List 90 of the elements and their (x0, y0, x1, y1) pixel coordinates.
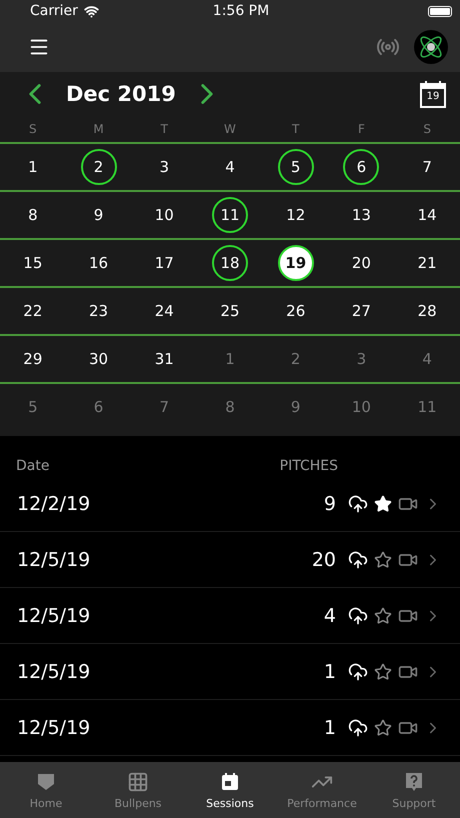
calendar-day[interactable]: 5 (278, 149, 314, 185)
calendar-day[interactable]: 2 (278, 341, 314, 377)
tab-bar-item[interactable]: Home (0, 762, 92, 818)
pitch-count: 20 (312, 548, 336, 570)
session-row[interactable]: 12/5/19 20 (0, 532, 460, 588)
calendar-day[interactable]: 9 (278, 389, 314, 425)
cloud-upload-icon[interactable] (348, 718, 368, 738)
weekday-label: F (358, 122, 365, 136)
calendar-day[interactable]: 11 (409, 389, 446, 425)
tab-bar-item[interactable]: Sessions (184, 762, 276, 818)
session-row[interactable]: 12/5/19 1 (0, 700, 460, 756)
today-button[interactable]: 19 (420, 80, 446, 108)
calendar-day[interactable]: 17 (146, 245, 182, 281)
calendar-day[interactable]: 10 (343, 389, 380, 425)
clock-time: 1:56 PM (212, 3, 270, 19)
calendar-day[interactable]: 5 (14, 389, 51, 425)
calendar-day[interactable]: 9 (80, 197, 117, 233)
cloud-upload-icon[interactable] (348, 494, 368, 514)
calendar-day[interactable]: 8 (14, 197, 51, 233)
session-row[interactable]: 12/2/19 9 (0, 476, 460, 532)
session-row[interactable]: 12/5/19 4 (0, 588, 460, 644)
calendar-day[interactable]: 23 (80, 293, 117, 329)
calendar-day[interactable]: 3 (343, 341, 380, 377)
calendar-day[interactable]: 1 (212, 341, 248, 377)
calendar-day[interactable]: 14 (409, 197, 446, 233)
calendar-day[interactable]: 6 (80, 389, 117, 425)
calendar-day[interactable]: 2 (80, 149, 117, 185)
star-icon[interactable] (374, 718, 392, 736)
calendar-day[interactable]: 29 (14, 341, 51, 377)
calendar-day[interactable]: 15 (14, 245, 51, 281)
calendar-day[interactable]: 4 (409, 341, 446, 377)
weekday-label: M (93, 122, 104, 136)
help-icon (403, 770, 425, 792)
tab-bar-item[interactable]: Support (368, 762, 460, 818)
weekday-label: S (29, 122, 37, 136)
calendar-day[interactable]: 22 (14, 293, 51, 329)
calendar-day[interactable]: 11 (212, 197, 248, 233)
session-date: 12/2/19 (17, 492, 90, 514)
calendar-day[interactable]: 20 (343, 245, 380, 281)
star-icon[interactable] (374, 550, 392, 568)
cloud-upload-icon[interactable] (348, 662, 368, 682)
calendar-day[interactable]: 7 (146, 389, 182, 425)
column-header: Date (16, 458, 50, 474)
calendar-day[interactable]: 6 (343, 149, 380, 185)
cloud-upload-icon[interactable] (348, 606, 368, 626)
pitch-count: 1 (324, 716, 336, 738)
month-title: Dec 2019 (66, 82, 176, 106)
tab-bar-item[interactable]: Performance (276, 762, 368, 818)
calendar-day[interactable]: 28 (409, 293, 446, 329)
session-date: 12/5/19 (17, 660, 90, 682)
wifi-icon (84, 4, 99, 18)
pitch-count: 4 (324, 604, 336, 626)
calendar-icon (219, 770, 241, 792)
session-date: 12/5/19 (17, 548, 90, 570)
weekday-label: T (160, 122, 168, 136)
tab-bar-item[interactable]: Bullpens (92, 762, 184, 818)
calendar-day[interactable]: 27 (343, 293, 380, 329)
calendar-day[interactable]: 1 (14, 149, 51, 185)
calendar-day[interactable]: 21 (409, 245, 446, 281)
calendar-day[interactable]: 8 (212, 389, 248, 425)
battery-icon (428, 6, 452, 16)
star-icon[interactable] (374, 662, 392, 680)
weekday-label: W (224, 122, 236, 136)
session-date: 12/5/19 (17, 604, 90, 626)
calendar-day[interactable]: 10 (146, 197, 182, 233)
column-header: PITCHES (280, 458, 338, 474)
calendar-day[interactable]: 30 (80, 341, 117, 377)
weekday-label: S (423, 122, 431, 136)
star-icon[interactable] (374, 606, 392, 624)
calendar-day[interactable]: 7 (409, 149, 446, 185)
session-date: 12/5/19 (17, 716, 90, 738)
calendar-day[interactable]: 26 (278, 293, 314, 329)
cloud-upload-icon[interactable] (348, 550, 368, 570)
session-row[interactable]: 12/5/19 1 (0, 644, 460, 700)
calendar-day[interactable]: 25 (212, 293, 248, 329)
calendar-day[interactable]: 16 (80, 245, 117, 281)
calendar-day[interactable]: 24 (146, 293, 182, 329)
calendar-day[interactable]: 13 (343, 197, 380, 233)
carrier-name: Carrier (30, 3, 78, 19)
calendar-day[interactable]: 3 (146, 149, 182, 185)
calendar-day[interactable]: 4 (212, 149, 248, 185)
calendar-day[interactable]: 18 (212, 245, 248, 281)
weekday-label: T (292, 122, 300, 136)
pitch-count: 1 (324, 660, 336, 682)
calendar-day[interactable]: 31 (146, 341, 182, 377)
grid-icon (127, 770, 149, 792)
calendar-day[interactable]: 19 (278, 245, 314, 281)
calendar-day[interactable]: 12 (278, 197, 314, 233)
pitch-count: 9 (324, 492, 336, 514)
atom-avatar-icon[interactable] (414, 30, 448, 64)
